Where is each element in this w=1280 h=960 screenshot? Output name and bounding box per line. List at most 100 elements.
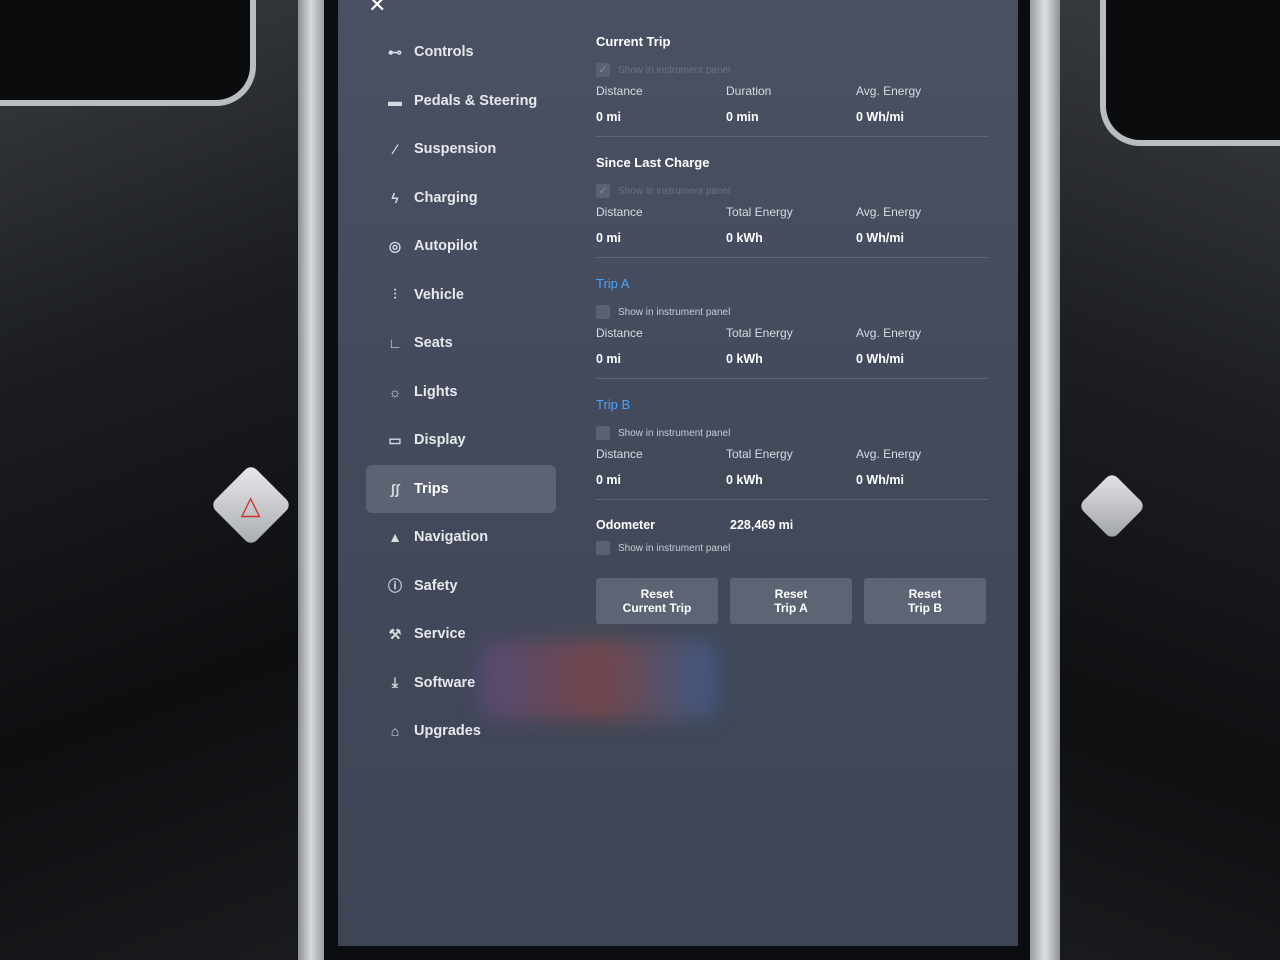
sidebar-item-seats[interactable]: ∟ Seats (366, 319, 566, 368)
show-in-panel-row[interactable]: ✓ Show in instrument panel (596, 181, 988, 201)
close-icon[interactable]: ✕ (368, 0, 386, 18)
show-in-panel-row[interactable]: Show in instrument panel (596, 423, 988, 443)
stat-value: 0 Wh/mi (856, 473, 904, 487)
stat-value: 0 min (726, 110, 759, 124)
stat-value: 0 Wh/mi (856, 231, 904, 245)
sidebar-item-charging[interactable]: ϟ Charging (366, 174, 566, 223)
wrench-icon: ⚒ (388, 625, 402, 642)
stat-total-energy: Total Energy 0 kWh (726, 447, 856, 487)
section-title: Trip B (596, 397, 631, 412)
checkbox-unchecked-icon[interactable] (596, 541, 610, 555)
show-in-panel-row[interactable]: ✓ Show in instrument panel (596, 60, 988, 80)
sidebar-item-label: Safety (414, 577, 458, 594)
stat-avg-energy: Avg. Energy 0 Wh/mi (856, 326, 986, 366)
sun-icon: ☼ (388, 383, 402, 400)
air-vent-right (1100, 0, 1280, 146)
display-icon: ▭ (388, 431, 402, 448)
show-in-panel-label: Show in instrument panel (618, 64, 731, 76)
show-in-panel-row[interactable]: Show in instrument panel (596, 538, 988, 558)
reset-current-trip-button[interactable]: Reset Current Trip (596, 578, 718, 624)
reset-trip-b-button[interactable]: Reset Trip B (864, 578, 986, 624)
stat-label: Duration (726, 84, 772, 98)
stat-distance: Distance 0 mi (596, 447, 726, 487)
bag-icon: ⌂ (390, 723, 400, 740)
alert-circle-icon: ⓘ (388, 577, 402, 594)
sidebar-item-label: Controls (414, 44, 474, 61)
sidebar-item-software[interactable]: ⤓ Software (366, 659, 566, 708)
stats-row: Distance 0 mi Total Energy 0 kWh Avg. En… (596, 447, 988, 487)
sidebar-item-suspension[interactable]: ⁄ Suspension (366, 125, 566, 174)
sidebar-item-display[interactable]: ▭ Display (366, 416, 566, 465)
sidebar-item-label: Suspension (414, 141, 497, 158)
stat-avg-energy: Avg. Energy 0 Wh/mi (856, 205, 986, 245)
sidebar-item-label: Trips (414, 480, 449, 497)
stat-label: Avg. Energy (856, 326, 922, 340)
seat-icon: ∟ (388, 335, 402, 352)
checkbox-unchecked-icon[interactable] (596, 426, 610, 440)
current-trip-section: Current Trip ✓ Show in instrument panel … (596, 34, 988, 137)
stat-label: Avg. Energy (856, 447, 922, 461)
car-icon: ▬ (388, 92, 402, 109)
stat-total-energy: Total Energy 0 kWh (726, 326, 856, 366)
odometer-section: Odometer 228,469 mi Show in instrument p… (596, 518, 988, 558)
trim-right (1030, 0, 1060, 960)
sidebar-item-controls[interactable]: ⊷ Controls (366, 28, 566, 77)
sidebar-item-trips[interactable]: ʃʃ Trips (366, 464, 556, 513)
section-title: Current Trip (596, 34, 671, 49)
checkbox-checked-icon[interactable]: ✓ (596, 184, 610, 198)
stat-value: 0 mi (596, 352, 622, 366)
stat-label: Total Energy (726, 326, 793, 340)
trim-left (298, 0, 324, 960)
stat-label: Distance (596, 84, 643, 98)
show-in-panel-label: Show in instrument panel (618, 427, 731, 439)
bolt-icon: ϟ (391, 189, 399, 206)
sidebar-item-upgrades[interactable]: ⌂ Upgrades (366, 707, 566, 756)
sidebar-item-pedals-steering[interactable]: ▬ Pedals & Steering (366, 77, 566, 126)
section-title: Since Last Charge (596, 155, 710, 170)
stat-label: Total Energy (726, 205, 793, 219)
odometer-label: Odometer (596, 518, 656, 532)
checkbox-unchecked-icon[interactable] (596, 305, 610, 319)
navigation-arrow-icon: ▲ (388, 529, 402, 546)
stat-distance: Distance 0 mi (596, 84, 726, 124)
sidebar-item-safety[interactable]: ⓘ Safety (366, 562, 566, 611)
checkbox-checked-icon[interactable]: ✓ (596, 63, 610, 77)
sidebar-item-label: Vehicle (414, 286, 464, 303)
sidebar-item-label: Autopilot (414, 238, 478, 255)
stat-label: Total Energy (726, 447, 793, 461)
show-in-panel-row[interactable]: Show in instrument panel (596, 302, 988, 322)
sidebar-item-label: Lights (414, 383, 458, 400)
hazard-triangle-icon: △ (241, 489, 261, 520)
sidebar-item-label: Charging (414, 189, 478, 206)
stat-value: 0 mi (596, 231, 622, 245)
sidebar-item-vehicle[interactable]: ⫶ Vehicle (366, 271, 566, 320)
reset-buttons: Reset Current Trip Reset Trip A Reset Tr… (596, 578, 988, 624)
sidebar-item-service[interactable]: ⚒ Service (366, 610, 566, 659)
stat-label: Avg. Energy (856, 84, 922, 98)
stat-label: Avg. Energy (856, 205, 922, 219)
sidebar-item-label: Pedals & Steering (414, 92, 538, 109)
trip-b-section: Trip B Show in instrument panel Distance… (596, 397, 988, 500)
stat-avg-energy: Avg. Energy 0 Wh/mi (856, 447, 986, 487)
suspension-icon: ⁄ (393, 141, 397, 158)
settings-sidebar: ⊷ Controls ▬ Pedals & Steering ⁄ Suspens… (366, 28, 566, 756)
sidebar-item-label: Navigation (414, 529, 489, 546)
toggle-icon: ⊷ (388, 43, 402, 60)
reset-trip-a-button[interactable]: Reset Trip A (730, 578, 852, 624)
vehicle-sliders-icon: ⫶ (393, 286, 397, 303)
sidebar-item-lights[interactable]: ☼ Lights (366, 368, 566, 417)
stat-value: 0 kWh (726, 473, 763, 487)
stat-value: 0 kWh (726, 352, 763, 366)
stat-label: Distance (596, 326, 643, 340)
sidebar-item-label: Display (414, 432, 466, 449)
odometer-value: 228,469 mi (730, 518, 794, 532)
dashboard-left (0, 0, 330, 960)
sidebar-item-label: Service (414, 626, 466, 643)
sidebar-item-navigation[interactable]: ▲ Navigation (366, 513, 566, 562)
trip-a-section: Trip A Show in instrument panel Distance… (596, 276, 988, 379)
sidebar-item-autopilot[interactable]: ◎ Autopilot (366, 222, 566, 271)
since-last-charge-section: Since Last Charge ✓ Show in instrument p… (596, 155, 988, 258)
trips-icon: ʃʃ (390, 480, 400, 497)
trips-panel: Current Trip ✓ Show in instrument panel … (596, 34, 988, 624)
stat-value: 0 Wh/mi (856, 110, 904, 124)
